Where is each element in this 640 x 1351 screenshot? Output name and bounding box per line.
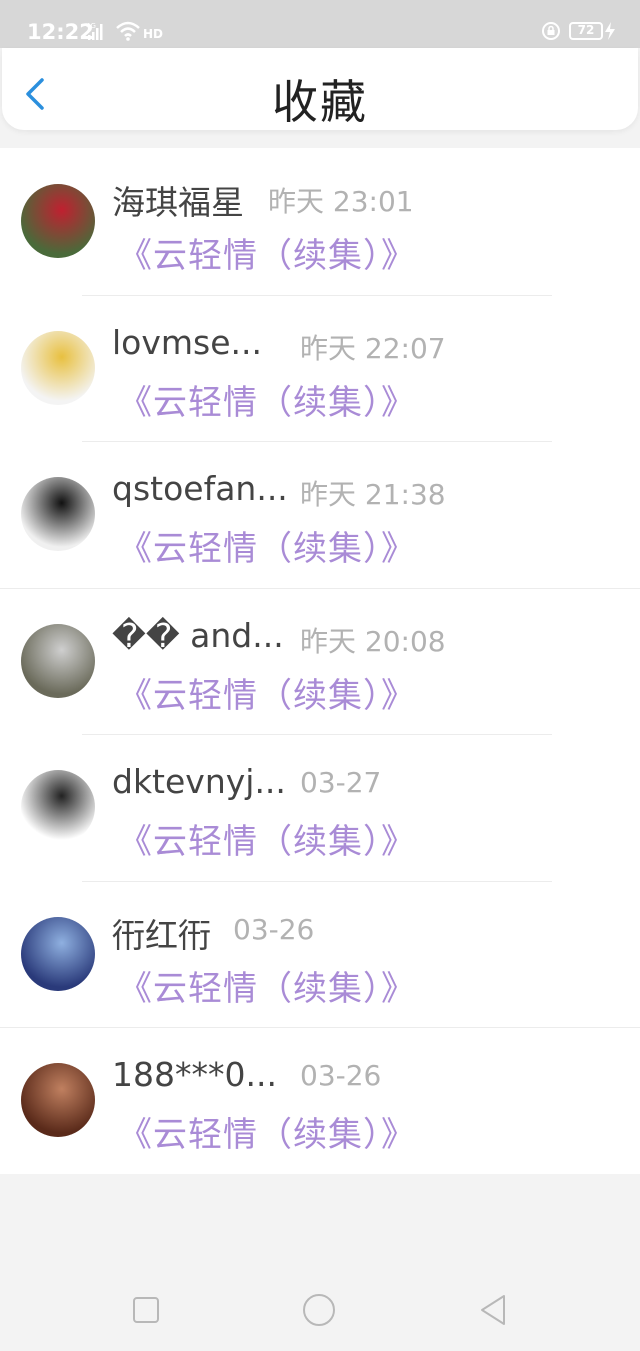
avatar[interactable] bbox=[21, 477, 95, 551]
timestamp: 昨天 21:38 bbox=[300, 478, 446, 511]
user-name: lovmse... bbox=[112, 322, 262, 362]
header-bar: 收藏 bbox=[2, 48, 638, 130]
book-title-link[interactable]: 《云轻情（续集）》 bbox=[118, 668, 416, 717]
list-item[interactable]: dktevnyj... 03-27 《云轻情（续集）》 bbox=[0, 734, 640, 880]
timestamp: 昨天 20:08 bbox=[300, 624, 446, 658]
user-name: 衎红衎 bbox=[112, 915, 211, 955]
list-item[interactable]: qstoefan... 昨天 21:38 《云轻情（续集）》 bbox=[0, 441, 640, 587]
book-title-link[interactable]: 《云轻情（续集）》 bbox=[118, 961, 416, 1010]
status-bar: 12:22 4G HD 72 bbox=[0, 0, 640, 48]
cellular-signal-icon: 4G bbox=[86, 22, 103, 40]
timestamp: 昨天 22:07 bbox=[300, 331, 446, 365]
book-title-link[interactable]: 《云轻情（续集）》 bbox=[118, 375, 416, 424]
user-name: dktevnyj... bbox=[112, 762, 286, 801]
status-time: 12:22 bbox=[27, 20, 94, 44]
network-type: 4G bbox=[86, 22, 96, 30]
timestamp: 昨天 23:01 bbox=[268, 185, 414, 218]
charging-icon bbox=[605, 22, 615, 40]
timestamp: 03-27 bbox=[300, 766, 382, 799]
book-title-link[interactable]: 《云轻情（续集）》 bbox=[118, 814, 416, 863]
recent-apps-icon[interactable] bbox=[128, 1292, 164, 1328]
list-item[interactable]: 海琪福星 昨天 23:01 《云轻情（续集）》 bbox=[0, 148, 640, 294]
user-name: �� and... bbox=[112, 615, 284, 655]
rotation-lock-icon bbox=[542, 22, 560, 40]
list-item[interactable]: 188***0... 03-26 《云轻情（续集）》 bbox=[0, 1027, 640, 1173]
back-nav-icon[interactable] bbox=[476, 1292, 512, 1328]
avatar[interactable] bbox=[21, 330, 95, 405]
user-name: 海琪福星 bbox=[112, 183, 244, 222]
battery-icon: 72 bbox=[569, 22, 603, 40]
home-icon[interactable] bbox=[301, 1292, 337, 1328]
battery-level: 72 bbox=[577, 23, 595, 37]
user-name: qstoefan... bbox=[112, 469, 288, 508]
book-title-link[interactable]: 《云轻情（续集）》 bbox=[118, 228, 416, 277]
user-name: 188***0... bbox=[112, 1055, 277, 1094]
list-item[interactable]: �� and... 昨天 20:08 《云轻情（续集）》 bbox=[0, 588, 640, 734]
timestamp: 03-26 bbox=[300, 1059, 382, 1092]
favorites-list: 海琪福星 昨天 23:01 《云轻情（续集）》 lovmse... 昨天 22:07 《云… bbox=[0, 148, 640, 1174]
list-item[interactable]: 衎红衎 03-26 《云轻情（续集）》 bbox=[0, 881, 640, 1027]
avatar[interactable] bbox=[21, 916, 95, 991]
book-title-link[interactable]: 《云轻情（续集）》 bbox=[118, 1107, 416, 1156]
avatar[interactable] bbox=[21, 770, 95, 844]
page-title: 收藏 bbox=[272, 75, 368, 129]
avatar[interactable] bbox=[21, 623, 95, 698]
wifi-icon bbox=[116, 21, 140, 41]
timestamp: 03-26 bbox=[233, 912, 315, 946]
system-nav-bar bbox=[0, 1270, 640, 1351]
avatar[interactable] bbox=[21, 184, 95, 258]
book-title-link[interactable]: 《云轻情（续集）》 bbox=[118, 521, 416, 570]
hd-indicator: HD bbox=[143, 27, 164, 41]
list-item[interactable]: lovmse... 昨天 22:07 《云轻情（续集）》 bbox=[0, 295, 640, 441]
avatar[interactable] bbox=[21, 1063, 95, 1137]
